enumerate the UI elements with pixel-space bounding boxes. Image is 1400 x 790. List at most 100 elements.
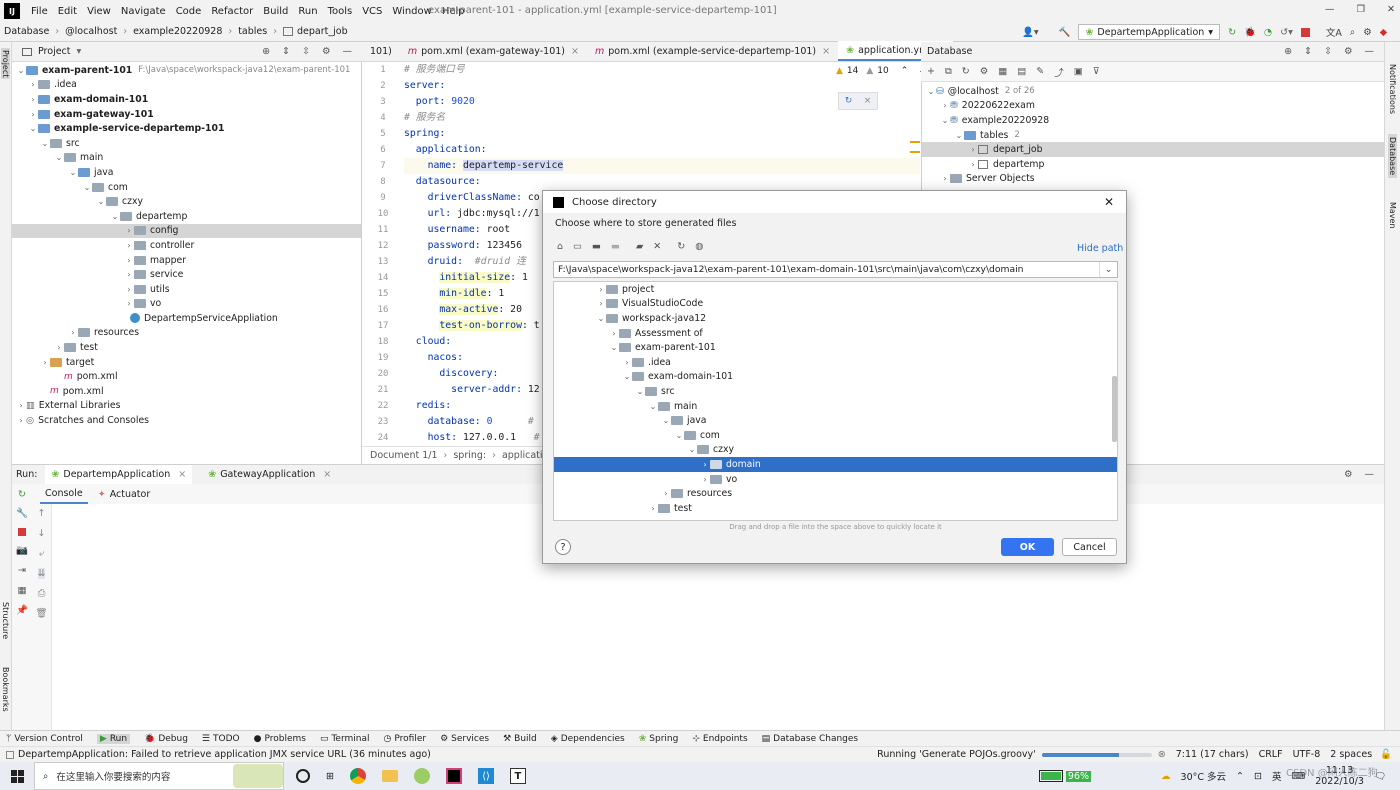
indent-setting[interactable]: 2 spaces bbox=[1330, 749, 1372, 760]
search-everywhere-icon[interactable]: ⌕ bbox=[1350, 27, 1355, 38]
tool-endpoints[interactable]: ⊹ Endpoints bbox=[692, 734, 747, 744]
dir-node-project[interactable]: › project bbox=[554, 282, 1117, 297]
dir-node-exam-domain[interactable]: ⌄ exam-domain-101 bbox=[554, 370, 1117, 385]
minimize-icon[interactable]: — bbox=[1325, 4, 1335, 15]
reload-gradle-icon[interactable]: ↻ bbox=[845, 96, 853, 106]
chevron-up-icon[interactable]: ⌃ bbox=[901, 66, 909, 76]
dir-node-visualstudiocode[interactable]: › VisualStudioCode bbox=[554, 297, 1117, 312]
db-node-20220622exam[interactable]: › ⛃ 20220622exam bbox=[922, 99, 1384, 114]
refresh-icon[interactable]: ↻ bbox=[677, 241, 685, 252]
expand-all-icon[interactable]: ⇕ bbox=[1304, 46, 1312, 57]
chrome-icon[interactable] bbox=[349, 768, 366, 784]
new-folder-icon[interactable]: ▰ bbox=[636, 241, 643, 252]
locate-icon[interactable]: ⊕ bbox=[1284, 46, 1292, 57]
menu-refactor[interactable]: Refactor bbox=[206, 6, 258, 17]
restore-layout-icon[interactable]: ⇥ bbox=[18, 565, 26, 576]
project-tool-tab[interactable]: Project bbox=[1, 48, 10, 80]
tab-pom-service[interactable]: m pom.xml (example-service-departemp-101)… bbox=[587, 41, 838, 61]
menu-tools[interactable]: Tools bbox=[323, 6, 358, 17]
tree-node-exam-parent[interactable]: ⌄ exam-parent-101 F:\Java\space\workspack-… bbox=[12, 63, 361, 78]
tree-node-vo[interactable]: › vo bbox=[12, 297, 361, 312]
breadcrumb-schema[interactable]: example20220928 bbox=[133, 26, 222, 37]
tab-partial[interactable]: 101) bbox=[362, 41, 400, 61]
caret-position[interactable]: 7:11 (17 chars) bbox=[1176, 749, 1249, 760]
tool-database-changes[interactable]: ▤ Database Changes bbox=[762, 734, 858, 744]
hide-icon[interactable]: — bbox=[1365, 469, 1375, 480]
translate-icon[interactable]: 文A bbox=[1326, 25, 1342, 39]
settings-gear-icon[interactable]: ⚙ bbox=[1363, 27, 1372, 38]
hide-path-link[interactable]: Hide path bbox=[1077, 243, 1123, 254]
document-indicator[interactable]: Document 1/1 bbox=[370, 450, 438, 461]
gear-icon[interactable]: ⚙ bbox=[1344, 46, 1353, 57]
soft-wrap-icon[interactable]: ⤶ bbox=[39, 548, 44, 559]
chevron-down-icon[interactable]: ▾ bbox=[77, 46, 82, 57]
cancel-button[interactable]: Cancel bbox=[1062, 538, 1117, 556]
ide-logo-icon[interactable]: ◆ bbox=[1380, 27, 1387, 38]
dir-node-vo[interactable]: › vo bbox=[554, 472, 1117, 487]
collapse-all-icon[interactable]: ⇳ bbox=[1324, 46, 1332, 57]
wrench-icon[interactable]: 🔧 bbox=[16, 508, 28, 519]
menu-view[interactable]: View bbox=[82, 6, 116, 17]
project-folder-icon[interactable]: ▬ bbox=[592, 241, 601, 252]
menu-run[interactable]: Run bbox=[293, 6, 322, 17]
file-encoding[interactable]: UTF-8 bbox=[1293, 749, 1321, 760]
tab-console[interactable]: Console bbox=[40, 484, 88, 504]
delete-icon[interactable]: ✕ bbox=[653, 241, 661, 252]
menu-edit[interactable]: Edit bbox=[53, 6, 82, 17]
run-tab-gateway[interactable]: ❀ GatewayApplication × bbox=[202, 469, 337, 480]
tree-node-departemp[interactable]: ⌄ departemp bbox=[12, 209, 361, 224]
debug-icon[interactable]: 🐞 bbox=[1244, 27, 1256, 38]
hide-icon[interactable]: — bbox=[1365, 46, 1375, 57]
gear-icon[interactable]: ⚙ bbox=[322, 46, 331, 57]
structure-tool-tab[interactable]: Structure bbox=[1, 602, 10, 639]
dir-node-idea[interactable]: › .idea bbox=[554, 355, 1117, 370]
db-node-example20220928[interactable]: ⌄ ⛃ example20220928 bbox=[922, 113, 1384, 128]
inspection-widget[interactable]: ▲14 ▲10 ⌃ ⌄ bbox=[836, 66, 926, 76]
windows-start-icon[interactable] bbox=[0, 762, 34, 790]
tree-node-exam-gateway[interactable]: › exam-gateway-101 bbox=[12, 107, 361, 122]
home-icon[interactable]: ⌂ bbox=[557, 241, 563, 252]
dir-node-main[interactable]: ⌄ main bbox=[554, 399, 1117, 414]
tool-problems[interactable]: ● Problems bbox=[254, 734, 306, 744]
schema-icon[interactable]: ⚙ bbox=[980, 66, 989, 77]
expand-all-icon[interactable]: ⇕ bbox=[282, 46, 290, 57]
refresh-icon[interactable]: ↻ bbox=[962, 66, 970, 77]
rerun-icon[interactable]: ↻ bbox=[1228, 27, 1236, 38]
line-separator[interactable]: CRLF bbox=[1259, 749, 1283, 760]
tree-node-czxy[interactable]: ⌄ czxy bbox=[12, 194, 361, 209]
dir-node-com[interactable]: ⌄ com bbox=[554, 428, 1117, 443]
dir-node-workspack[interactable]: ⌄ workspack-java12 bbox=[554, 311, 1117, 326]
print-icon[interactable]: ⎙ bbox=[38, 588, 46, 599]
chevron-up-icon[interactable]: ⌃ bbox=[1236, 771, 1244, 782]
trash-icon[interactable]: 🗑 bbox=[35, 608, 47, 619]
locate-icon[interactable]: ⊕ bbox=[262, 46, 270, 57]
arrow-up-icon[interactable]: ↑ bbox=[38, 508, 46, 519]
notifications-tool-tab[interactable]: Notifications bbox=[1388, 64, 1397, 114]
db-node-localhost[interactable]: ⌄ ⛁ @localhost 2 of 26 bbox=[922, 84, 1384, 99]
gear-icon[interactable]: ⚙ bbox=[1344, 469, 1353, 480]
battery-indicator[interactable]: 96% bbox=[1038, 770, 1092, 782]
tool-dependencies[interactable]: ◈ Dependencies bbox=[551, 734, 625, 744]
breadcrumb-tables[interactable]: tables bbox=[238, 26, 267, 37]
breadcrumb-localhost[interactable]: @localhost bbox=[65, 26, 117, 37]
weather-text[interactable]: 30°C 多云 bbox=[1181, 769, 1227, 783]
dir-node-test[interactable]: › test bbox=[554, 501, 1117, 516]
typora-icon[interactable]: T bbox=[509, 768, 526, 784]
tree-node-main[interactable]: ⌄ main bbox=[12, 151, 361, 166]
yaml-crumb-spring[interactable]: spring: bbox=[453, 450, 486, 461]
widgets-icon[interactable]: ⊞ bbox=[326, 771, 334, 782]
app-icon[interactable] bbox=[413, 768, 430, 784]
profiler-icon[interactable]: ↺▾ bbox=[1280, 27, 1293, 38]
close-window-icon[interactable]: ✕ bbox=[1387, 4, 1395, 15]
tool-debug[interactable]: 🐞 Debug bbox=[144, 734, 188, 744]
breadcrumb-depart-job[interactable]: depart_job bbox=[297, 26, 348, 37]
tree-node-utils[interactable]: › utils bbox=[12, 282, 361, 297]
breadcrumb-database[interactable]: Database bbox=[4, 26, 49, 37]
ok-button[interactable]: OK bbox=[1001, 538, 1054, 556]
tool-profiler[interactable]: ◷ Profiler bbox=[384, 734, 427, 744]
task-view-icon[interactable] bbox=[296, 769, 310, 783]
menu-build[interactable]: Build bbox=[258, 6, 293, 17]
tree-node-service-departemp[interactable]: ⌄ example-service-departemp-101 bbox=[12, 121, 361, 136]
pin-icon[interactable]: 📌 bbox=[16, 605, 28, 616]
ime-indicator[interactable]: 英 bbox=[1272, 769, 1282, 783]
